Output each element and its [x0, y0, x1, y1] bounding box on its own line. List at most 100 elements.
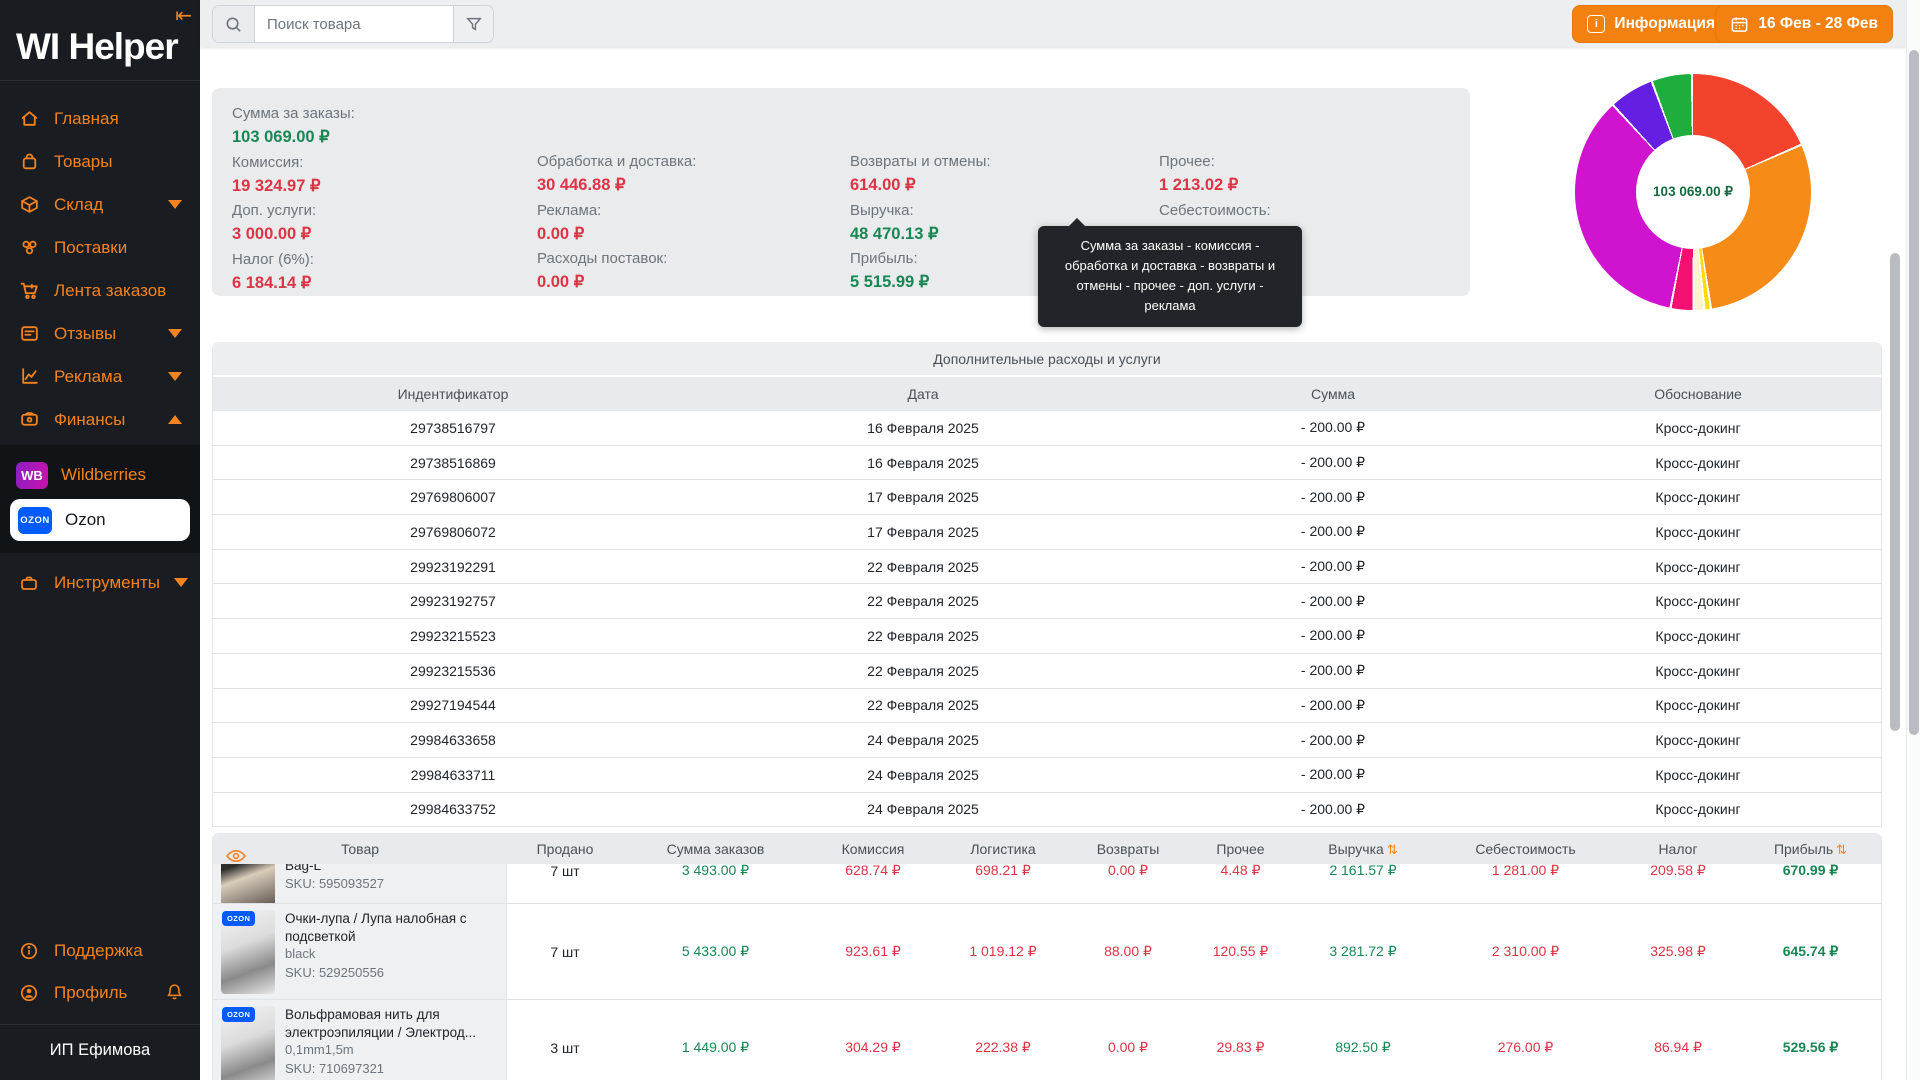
stat-label: Выручка:	[850, 199, 991, 222]
expense-date: 24 Февраля 2025	[693, 801, 1153, 817]
products-column-header[interactable]: Прибыль⇅	[1738, 841, 1882, 858]
submenu-item-ozon[interactable]: OZONOzon	[10, 499, 190, 541]
expense-amount: - 200.00 ₽	[1153, 697, 1513, 714]
briefcase-icon	[18, 572, 40, 594]
bell-icon[interactable]	[165, 982, 184, 1002]
chevron-down-icon	[168, 329, 182, 338]
sidebar-item-4[interactable]: Лента заказов	[0, 269, 200, 312]
sidebar-collapse-icon[interactable]: ⇤	[175, 6, 192, 26]
info-square-icon: i	[1587, 15, 1605, 33]
page-scrollbar[interactable]	[1906, 0, 1920, 1080]
page-scrollbar-thumb[interactable]	[1909, 50, 1919, 735]
product-image: OZON	[221, 910, 275, 994]
supply-icon	[18, 237, 40, 259]
submenu-item-wildberries[interactable]: WBWildberries	[0, 453, 200, 497]
sidebar-item-1[interactable]: Товары	[0, 140, 200, 183]
donut-center-total: 103 069.00 ₽	[1575, 184, 1811, 200]
sidebar-item-7[interactable]: Финансы	[0, 398, 200, 441]
expense-reason: Кросс-докинг	[1513, 801, 1882, 817]
table-row: 2998463371124 Февраля 2025- 200.00 ₽Крос…	[213, 758, 1881, 793]
information-button[interactable]: i Информация	[1572, 5, 1730, 43]
app-screen: ⇤ WI Helper ГлавнаяТоварыСкладПоставкиЛе…	[0, 0, 1920, 1080]
sidebar-nav: Главная Товары Склад ПоставкиЛента заказов О…	[0, 97, 200, 441]
products-column-header: Прочее	[1188, 841, 1293, 857]
expense-id: 29923192757	[213, 593, 693, 609]
expense-id: 29984633752	[213, 801, 693, 817]
expenses-donut-chart[interactable]: 103 069.00 ₽	[1575, 74, 1811, 310]
stat-label: Комиссия:	[232, 151, 355, 174]
date-range-button[interactable]: 16 Фев - 28 Фев	[1715, 5, 1893, 43]
expense-id: 29769806007	[213, 489, 693, 505]
expense-amount: - 200.00 ₽	[1153, 489, 1513, 506]
sidebar-item-support[interactable]: Поддержка	[0, 930, 200, 972]
product-value: 923.61 ₽	[808, 943, 938, 960]
stat-label: Обработка и доставка:	[537, 150, 696, 173]
product-name: Вольфрамовая нить для электроэпиляции / …	[285, 1006, 498, 1041]
stat-value: 19 324.97 ₽	[232, 174, 355, 199]
information-button-label: Информация	[1614, 15, 1715, 33]
sidebar-item-0[interactable]: Главная	[0, 97, 200, 140]
sort-icon[interactable]: ⇅	[1836, 842, 1847, 857]
product-text: Bag-LSKU: 595093527	[285, 864, 384, 893]
sidebar-item-label: Склад	[54, 195, 154, 215]
expense-date: 16 Февраля 2025	[693, 455, 1153, 471]
expense-id: 29984633711	[213, 767, 693, 783]
product-value: 3 281.72 ₽	[1293, 943, 1433, 960]
expense-amount: - 200.00 ₽	[1153, 801, 1513, 818]
product-row[interactable]: Bag-LSKU: 5950935277 шт3 493.00 ₽628.74 …	[213, 864, 1881, 904]
expense-amount: - 200.00 ₽	[1153, 523, 1513, 540]
product-row[interactable]: OZON Очки-лупа / Лупа налобная с подсветк…	[213, 904, 1881, 1000]
product-value: 698.21 ₽	[938, 864, 1068, 879]
summary-column: Сумма за заказы:103 069.00 ₽Комиссия:19 …	[232, 88, 355, 296]
home-icon	[18, 108, 40, 130]
expenses-column-header: Индентификатор	[213, 386, 693, 402]
expense-reason: Кросс-докинг	[1513, 489, 1882, 505]
sidebar-item-label: Главная	[54, 109, 182, 129]
table-row: 2992319275722 Февраля 2025- 200.00 ₽Крос…	[213, 584, 1881, 619]
chevron-down-icon	[174, 578, 188, 587]
product-value: 120.55 ₽	[1188, 943, 1293, 960]
products-column-label: Возвраты	[1097, 841, 1160, 857]
sidebar-item-2[interactable]: Склад	[0, 183, 200, 226]
expense-reason: Кросс-докинг	[1513, 559, 1882, 575]
stat-value: 5 515.99 ₽	[850, 270, 991, 295]
expense-id: 29923192291	[213, 559, 693, 575]
chevron-down-icon	[168, 372, 182, 381]
product-value: 1 281.00 ₽	[1433, 864, 1618, 879]
sidebar-item-6[interactable]: Реклама	[0, 355, 200, 398]
reviews-icon	[18, 323, 40, 345]
sidebar-item-5[interactable]: Отзывы	[0, 312, 200, 355]
search-input[interactable]	[255, 6, 453, 42]
sidebar-item-label: Отзывы	[54, 324, 154, 344]
inner-scrollbar-thumb[interactable]	[1890, 253, 1900, 731]
ozon-badge-icon: OZON	[222, 911, 255, 926]
stat-label: Возвраты и отмены:	[850, 150, 991, 173]
sidebar-item-label: Инструменты	[54, 573, 160, 593]
sort-icon[interactable]: ⇅	[1387, 842, 1398, 857]
sidebar-item-profile[interactable]: Профиль	[0, 972, 200, 1014]
expense-date: 17 Февраля 2025	[693, 489, 1153, 505]
product-value: 304.29 ₽	[808, 1039, 938, 1056]
filter-icon[interactable]	[453, 6, 493, 42]
product-sold: 3 шт	[507, 1040, 623, 1056]
table-row: 2998463365824 Февраля 2025- 200.00 ₽Крос…	[213, 723, 1881, 758]
table-row: 2973851686916 Февраля 2025- 200.00 ₽Крос…	[213, 446, 1881, 481]
expense-reason: Кросс-докинг	[1513, 420, 1882, 436]
expenses-column-header: Дата	[693, 386, 1153, 402]
product-value: 1 449.00 ₽	[623, 1039, 808, 1056]
products-column-header[interactable]: Выручка⇅	[1293, 841, 1433, 858]
sidebar-item-3[interactable]: Поставки	[0, 226, 200, 269]
products-column-label: Товар	[341, 841, 379, 857]
sidebar-item-tools[interactable]: Инструменты	[0, 561, 200, 604]
product-image: OZON	[221, 1006, 275, 1080]
product-value: 628.74 ₽	[808, 864, 938, 879]
product-value: 1 019.12 ₽	[938, 943, 1068, 960]
product-sku: SKU: 529250556	[285, 964, 498, 983]
product-row[interactable]: OZON Вольфрамовая нить для электроэпиляци…	[213, 1000, 1881, 1080]
expense-date: 16 Февраля 2025	[693, 420, 1153, 436]
product-value: 3 493.00 ₽	[623, 864, 808, 879]
product-name: Очки-лупа / Лупа налобная с подсветкой	[285, 910, 498, 945]
products-table: ТоварПроданоСумма заказовКомиссияЛогисти…	[212, 833, 1882, 1080]
sidebar: ⇤ WI Helper ГлавнаяТоварыСкладПоставкиЛе…	[0, 0, 200, 1080]
expense-id: 29927194544	[213, 697, 693, 713]
